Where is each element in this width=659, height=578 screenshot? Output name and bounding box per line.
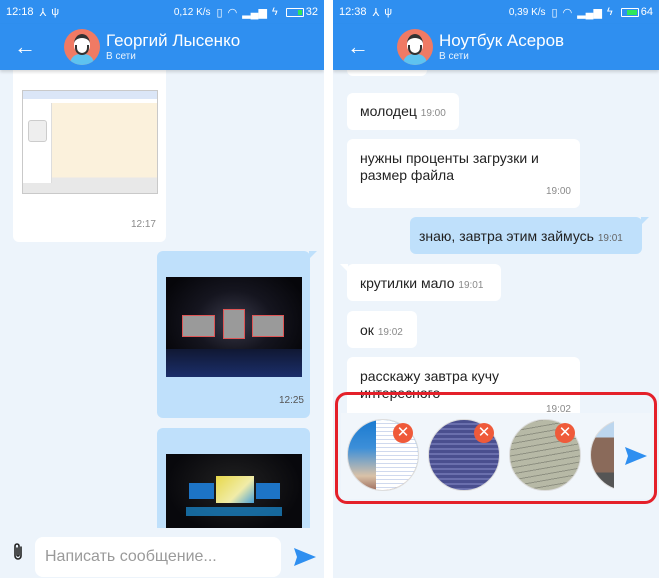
battery-level: 64 [640, 6, 653, 18]
message-bubble-incoming[interactable]: крутилки мало 19:01 [340, 264, 501, 301]
usb-icon: ψ [384, 6, 393, 18]
message-bubble-outgoing[interactable]: знаю, завтра этим займусь 19:01 [410, 217, 649, 254]
message-bubble-incoming[interactable]: ок 19:02 [347, 311, 417, 348]
image-attachment-screenshot[interactable] [22, 90, 158, 194]
remove-attachment-button[interactable]: ✕ [555, 423, 575, 443]
send-button[interactable] [625, 447, 647, 465]
usb-icon: ψ [51, 6, 60, 18]
chat-screen-left: 12:18 ⅄ ψ 0,12 K/s ▯ ◠ ▂▄▆ ϟ 32 ← Георги… [0, 0, 324, 578]
message-time: 12:17 [130, 219, 156, 230]
message-bubble-outgoing-image[interactable]: 12:25 [157, 251, 317, 418]
send-icon [625, 447, 647, 465]
status-time: 12:38 [339, 6, 367, 18]
close-icon: ✕ [396, 424, 410, 441]
signal-icon: ▂▄▆ [242, 6, 267, 19]
arrow-left-icon: ← [14, 34, 36, 59]
message-composer [0, 528, 324, 578]
share-icon: ⅄ [372, 6, 380, 19]
message-text: крутилки мало [360, 275, 455, 291]
message-list[interactable]: 12:17 12:25 [0, 60, 324, 578]
image-attachment-concert[interactable] [166, 454, 302, 534]
close-icon: ✕ [558, 424, 572, 441]
chat-screen-right: 12:38 ⅄ ψ 0,39 K/s ▯ ◠ ▂▄▆ ϟ 64 ← Ноутбу… [333, 0, 659, 578]
back-button[interactable]: ← [0, 36, 50, 58]
attachment-thumbnails[interactable]: ✕ ✕ ✕ [347, 419, 614, 493]
message-time: 19:02 [377, 327, 403, 338]
close-icon: ✕ [477, 424, 491, 441]
vibrate-icon: ▯ [551, 6, 558, 19]
attachment-thumbnail[interactable] [590, 419, 614, 491]
attach-paperclip-icon[interactable] [12, 542, 24, 562]
wifi-icon: ◠ [227, 6, 238, 19]
status-bar: 12:18 ⅄ ψ 0,12 K/s ▯ ◠ ▂▄▆ ϟ 32 [0, 0, 324, 24]
message-text: знаю, завтра этим займусь [419, 228, 594, 244]
contact-name[interactable]: Георгий Лысенко [106, 31, 240, 51]
back-button[interactable]: ← [333, 36, 383, 58]
network-speed: 0,39 K/s [508, 6, 546, 18]
message-input[interactable] [35, 537, 281, 577]
battery-icon [620, 7, 639, 17]
signal-icon: ▂▄▆ [577, 6, 602, 19]
contact-status: В сети [106, 51, 136, 62]
avatar[interactable] [64, 29, 100, 65]
send-button[interactable] [294, 548, 316, 566]
chat-header: ← Георгий Лысенко В сети [0, 24, 324, 70]
arrow-left-icon: ← [347, 34, 369, 59]
remove-attachment-button[interactable]: ✕ [474, 423, 494, 443]
image-attachment-concert[interactable] [166, 277, 302, 377]
message-time: 19:01 [597, 233, 623, 244]
message-text: нужны проценты загрузки и размер файла [360, 150, 539, 183]
message-bubble-incoming[interactable]: нужны проценты загрузки и размер файла 1… [347, 139, 580, 208]
status-time: 12:18 [6, 6, 34, 18]
chat-header: ← Ноутбук Асеров В сети [333, 24, 659, 70]
message-time: 19:00 [420, 108, 446, 119]
message-time: 19:01 [458, 280, 484, 291]
message-time: 12:25 [278, 395, 304, 406]
battery-icon [285, 7, 304, 17]
message-text: ок [360, 322, 374, 338]
attachment-strip: ✕ ✕ ✕ [341, 413, 651, 499]
contact-status: В сети [439, 51, 469, 62]
vibrate-icon: ▯ [216, 6, 223, 19]
charging-icon: ϟ [271, 6, 278, 18]
share-icon: ⅄ [39, 6, 47, 19]
attachment-preview-highlight: ✕ ✕ ✕ [335, 392, 657, 504]
contact-name[interactable]: Ноутбук Асеров [439, 31, 564, 51]
message-text: молодец [360, 103, 417, 119]
status-bar: 12:38 ⅄ ψ 0,39 K/s ▯ ◠ ▂▄▆ ϟ 64 [333, 0, 659, 24]
send-icon [294, 548, 316, 566]
message-bubble-incoming-image[interactable]: 12:17 [13, 60, 166, 242]
battery-level: 32 [305, 6, 318, 18]
charging-icon: ϟ [606, 6, 613, 18]
network-speed: 0,12 K/s [173, 6, 211, 18]
message-bubble-incoming[interactable]: молодец 19:00 [347, 93, 459, 130]
wifi-icon: ◠ [562, 6, 573, 19]
avatar[interactable] [397, 29, 433, 65]
remove-attachment-button[interactable]: ✕ [393, 423, 413, 443]
message-time: 19:00 [545, 186, 571, 197]
